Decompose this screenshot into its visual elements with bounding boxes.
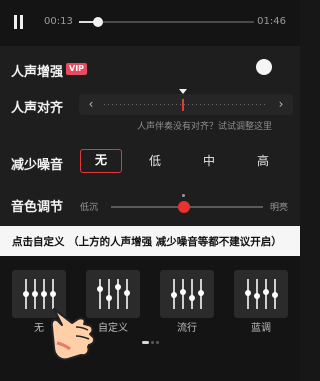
vocal-align-label: 人声对齐 bbox=[11, 101, 64, 116]
eq-knob bbox=[189, 294, 195, 301]
tone-slider[interactable] bbox=[111, 194, 263, 213]
eq-knob bbox=[272, 292, 278, 299]
vip-badge: VIP bbox=[66, 63, 88, 75]
eq-knob bbox=[41, 291, 47, 297]
preset-label: 流行 bbox=[177, 323, 197, 334]
equalizer-icon bbox=[243, 279, 279, 309]
noise-option-none[interactable]: 无 bbox=[80, 149, 122, 173]
eq-knob bbox=[198, 289, 204, 296]
tone-max-label: 明亮 bbox=[269, 203, 288, 213]
current-time: 00:13 bbox=[44, 16, 73, 27]
page-dot-active bbox=[142, 341, 149, 344]
pointing-hand-emoji bbox=[50, 308, 96, 361]
eq-knob bbox=[50, 291, 56, 297]
equalizer-icon bbox=[95, 279, 131, 309]
align-pointer-icon bbox=[179, 89, 187, 94]
tone-min-label: 低沉 bbox=[80, 203, 99, 213]
eq-knob bbox=[254, 293, 260, 300]
eq-knob bbox=[97, 286, 103, 293]
eq-knob bbox=[180, 288, 186, 295]
preset-card-blues[interactable]: 蓝调 bbox=[234, 270, 288, 334]
toggle-knob bbox=[256, 59, 272, 75]
page-dot bbox=[151, 341, 154, 344]
eq-presets: 无 自定义 流行 蓝调 bbox=[0, 256, 300, 381]
progress-knob[interactable] bbox=[93, 17, 104, 27]
eq-knob bbox=[263, 288, 269, 295]
preset-label: 蓝调 bbox=[251, 323, 271, 334]
duration: 01:46 bbox=[257, 16, 286, 27]
preset-card-pop[interactable]: 流行 bbox=[160, 270, 214, 334]
progress-bar[interactable] bbox=[79, 17, 254, 27]
vocal-enhance-label: 人声增强 bbox=[11, 65, 64, 80]
vocal-align-hint: 人声伴奏没有对齐？试试调整这里 bbox=[136, 122, 272, 132]
align-marker[interactable] bbox=[182, 99, 184, 111]
noise-option-low[interactable]: 低 bbox=[134, 149, 176, 173]
noise-option-high[interactable]: 高 bbox=[242, 149, 284, 173]
audio-settings-panel: 人声增强 VIP 人声对齐 ‹ › 人声伴奏没有对齐？试试调整这里 减少噪音 无… bbox=[0, 46, 300, 226]
eq-knob bbox=[23, 291, 29, 297]
eq-knob bbox=[115, 283, 121, 290]
eq-knob bbox=[171, 292, 177, 299]
chevron-right-icon[interactable]: › bbox=[273, 96, 289, 113]
align-ruler bbox=[104, 104, 268, 105]
noise-option-mid[interactable]: 中 bbox=[188, 149, 230, 173]
eq-knob bbox=[124, 289, 130, 296]
annotation-text: 点击自定义 （上方的人声增强 减少噪音等都不建议开启） bbox=[12, 236, 282, 248]
vocal-align-slider[interactable]: ‹ › bbox=[79, 89, 293, 115]
eq-bar bbox=[99, 279, 101, 309]
eq-knob bbox=[106, 294, 112, 301]
eq-knob bbox=[32, 291, 38, 297]
vocal-enhance-toggle[interactable] bbox=[256, 59, 278, 75]
noise-reduction-label: 减少噪音 bbox=[11, 158, 64, 173]
eq-knob bbox=[245, 289, 251, 296]
equalizer-icon bbox=[169, 279, 205, 309]
tone-label: 音色调节 bbox=[11, 200, 64, 215]
pause-icon[interactable] bbox=[13, 15, 24, 29]
page-indicator bbox=[142, 341, 162, 345]
annotation-banner: 点击自定义 （上方的人声增强 减少噪音等都不建议开启） bbox=[0, 226, 300, 256]
chevron-left-icon[interactable]: ‹ bbox=[83, 96, 99, 113]
page-dot bbox=[156, 341, 159, 344]
tone-knob[interactable] bbox=[177, 201, 190, 213]
tone-default-dot bbox=[182, 194, 186, 197]
player-bar: 00:13 01:46 bbox=[0, 0, 300, 46]
